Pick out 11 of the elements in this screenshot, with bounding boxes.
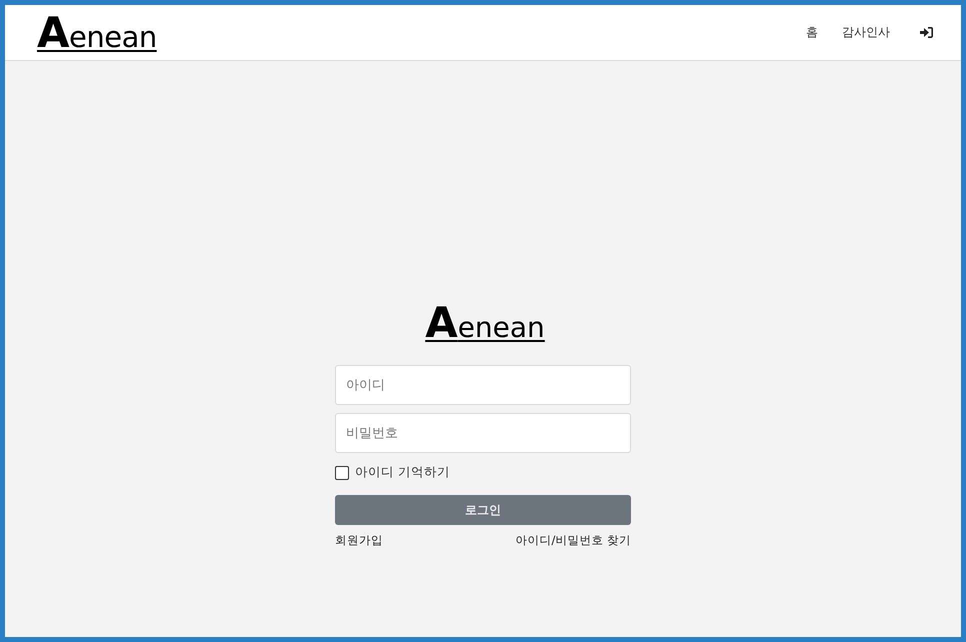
- password-field[interactable]: 비밀번호: [335, 413, 631, 453]
- login-icon[interactable]: [920, 27, 933, 38]
- remember-label: 아이디 기억하기: [355, 464, 450, 481]
- link[interactable]: 회원가입: [335, 533, 383, 548]
- logo: Aenean: [425, 302, 545, 344]
- remember-checkbox[interactable]: [335, 466, 349, 480]
- nav-link[interactable]: 홈: [806, 24, 818, 41]
- nav-link[interactable]: 감사인사: [842, 24, 890, 41]
- id-field[interactable]: 아이디: [335, 365, 631, 405]
- link[interactable]: 아이디/비밀번호 찾기: [515, 533, 631, 548]
- logo[interactable]: Aenean: [37, 12, 157, 54]
